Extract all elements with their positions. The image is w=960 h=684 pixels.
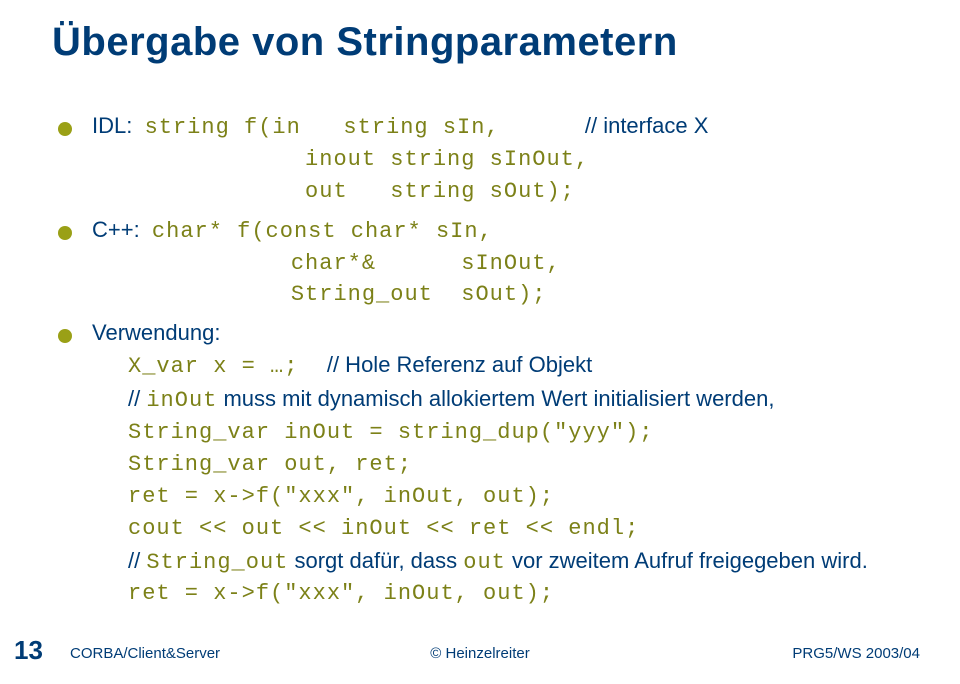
- bullet-item-idl: IDL: string f(in string sIn, // interfac…: [58, 110, 920, 208]
- bullet-icon: [58, 329, 72, 343]
- usage-line-8: ret = x->f("xxx", inOut, out);: [128, 578, 920, 610]
- idl-line-3: IDL: out string sOut);: [92, 176, 920, 208]
- footer-right: PRG5/WS 2003/04: [792, 645, 920, 662]
- usage-line-4: String_var out, ret;: [128, 449, 920, 481]
- bullet-item-cpp: C++: char* f(const char* sIn, C++: char*…: [58, 214, 920, 312]
- idl-line-1: IDL: string f(in string sIn, // interfac…: [92, 110, 920, 144]
- usage-line-7: // String_out sorgt dafür, dass out vor …: [128, 545, 920, 579]
- idl-line-2: IDL: inout string sInOut,: [92, 144, 920, 176]
- usage-line-3: String_var inOut = string_dup("yyy");: [128, 417, 920, 449]
- usage-line-5: ret = x->f("xxx", inOut, out);: [128, 481, 920, 513]
- cpp-code-1: char* f(const char* sIn,: [152, 219, 493, 244]
- cpp-line-3: C++: String_out sOut);: [92, 279, 920, 311]
- usage-line-2: // inOut muss mit dynamisch allokiertem …: [128, 383, 920, 417]
- content-area: IDL: string f(in string sIn, // interfac…: [58, 110, 920, 616]
- idl-prefix: IDL:: [92, 113, 145, 138]
- cpp-line-1: C++: char* f(const char* sIn,: [92, 214, 920, 248]
- bullet-icon: [58, 122, 72, 136]
- cpp-line-2: C++: char*& sInOut,: [92, 248, 920, 280]
- cpp-prefix: C++:: [92, 217, 152, 242]
- usage-label: Verwendung:: [92, 317, 920, 349]
- slide-title: Übergabe von Stringparametern: [52, 20, 678, 65]
- usage-line-1: X_var x = …; // Hole Referenz auf Objekt: [128, 349, 920, 383]
- bullet-item-usage: Verwendung: X_var x = …; // Hole Referen…: [58, 317, 920, 610]
- idl-code-1: string f(in string sIn,: [145, 115, 585, 140]
- slide: Übergabe von Stringparametern IDL: strin…: [0, 0, 960, 684]
- bullet-body: Verwendung: X_var x = …; // Hole Referen…: [92, 317, 920, 610]
- bullet-icon: [58, 226, 72, 240]
- usage-line-6: cout << out << inOut << ret << endl;: [128, 513, 920, 545]
- footer: 13 CORBA/Client&Server © Heinzelreiter P…: [0, 638, 960, 666]
- usage-block: X_var x = …; // Hole Referenz auf Objekt…: [128, 349, 920, 610]
- bullet-body: IDL: string f(in string sIn, // interfac…: [92, 110, 920, 208]
- idl-comment: // interface X: [585, 113, 709, 138]
- bullet-body: C++: char* f(const char* sIn, C++: char*…: [92, 214, 920, 312]
